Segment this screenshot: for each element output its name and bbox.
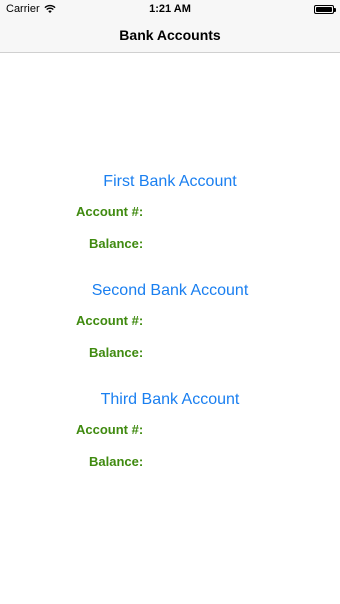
- balance-label: Balance:: [89, 236, 144, 251]
- screen: Carrier 1:21 AM Bank Accounts First Bank…: [0, 0, 340, 604]
- navigation-bar: Bank Accounts: [0, 20, 340, 53]
- account-number-label: Account #:: [76, 204, 144, 219]
- battery-icon: [314, 5, 336, 14]
- account-title[interactable]: Third Bank Account: [0, 391, 340, 409]
- status-bar: Carrier 1:21 AM: [0, 0, 340, 20]
- account-title[interactable]: Second Bank Account: [0, 282, 340, 300]
- account-number-label: Account #:: [76, 422, 144, 437]
- balance-label: Balance:: [89, 454, 144, 469]
- clock: 1:21 AM: [149, 3, 191, 15]
- account-title[interactable]: First Bank Account: [0, 173, 340, 191]
- balance-label: Balance:: [89, 345, 144, 360]
- account-number-label: Account #:: [76, 313, 144, 328]
- page-title: Bank Accounts: [119, 27, 221, 43]
